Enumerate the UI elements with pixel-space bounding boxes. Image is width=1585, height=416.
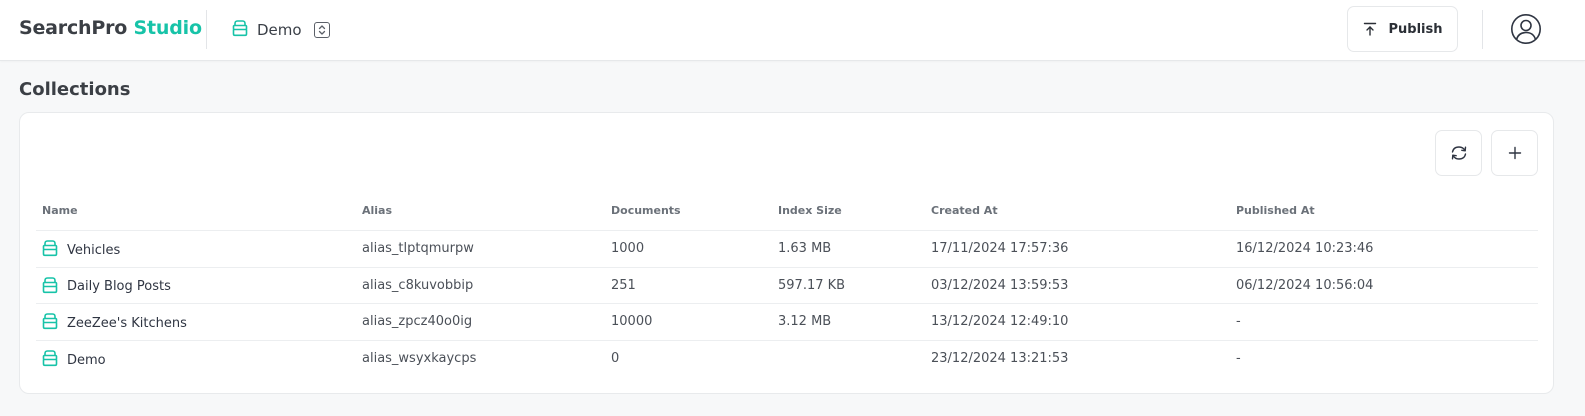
header-divider <box>206 10 207 49</box>
documents-cell: 0 <box>611 351 620 367</box>
alias-cell: alias_wsyxkaycps <box>362 351 477 367</box>
index-size-cell: 597.17 KB <box>778 277 846 293</box>
publish-button[interactable]: Publish <box>1347 6 1458 52</box>
published-at-cell: - <box>1236 314 1241 330</box>
documents-cell: 10000 <box>611 314 653 330</box>
alias-cell: alias_tlptqmurpw <box>362 241 474 256</box>
collections-card: Name Alias Documents Index Size Created … <box>19 112 1554 394</box>
collection-name-cell[interactable]: Vehicles <box>42 239 120 261</box>
collection-name: ZeeZee's Kitchens <box>67 315 187 331</box>
column-header-published-at[interactable]: Published At <box>1236 204 1315 217</box>
chevron-up-down-icon[interactable] <box>313 22 330 38</box>
project-name: Demo <box>257 21 302 39</box>
published-at-cell: 06/12/2024 10:56:04 <box>1236 277 1374 293</box>
collection-name: Demo <box>67 352 106 368</box>
collection-name: Daily Blog Posts <box>67 279 171 295</box>
page-title: Collections <box>19 79 131 100</box>
created-at-cell: 23/12/2024 13:21:53 <box>931 351 1069 367</box>
column-header-name[interactable]: Name <box>42 204 78 217</box>
column-header-alias[interactable]: Alias <box>362 204 392 217</box>
collection-stack-icon <box>232 19 248 41</box>
table-row[interactable]: Vehicles alias_tlptqmurpw 1000 1.63 MB 1… <box>36 231 1538 268</box>
alias-cell: alias_c8kuvobbip <box>362 277 474 293</box>
published-at-cell: 16/12/2024 10:23:46 <box>1236 241 1374 256</box>
collection-stack-icon <box>42 239 58 261</box>
created-at-cell: 03/12/2024 13:59:53 <box>931 277 1069 293</box>
table-row[interactable]: ZeeZee's Kitchens alias_zpcz40o0ig 10000… <box>36 304 1538 342</box>
alias-cell: alias_zpcz40o0ig <box>362 314 473 330</box>
table-row[interactable]: Demo alias_wsyxkaycps 0 23/12/2024 13:21… <box>36 341 1538 378</box>
table-row[interactable]: Daily Blog Posts alias_c8kuvobbip 251 59… <box>36 268 1538 305</box>
collection-stack-icon <box>42 349 58 371</box>
created-at-cell: 13/12/2024 12:49:10 <box>931 314 1069 330</box>
project-switcher[interactable]: Demo <box>232 18 330 42</box>
documents-cell: 1000 <box>611 241 645 256</box>
documents-cell: 251 <box>611 277 636 293</box>
created-at-cell: 17/11/2024 17:57:36 <box>931 241 1069 256</box>
index-size-cell: 3.12 MB <box>778 314 832 330</box>
upload-icon <box>1363 22 1376 36</box>
add-collection-button[interactable] <box>1491 130 1538 176</box>
collections-table: Name Alias Documents Index Size Created … <box>36 191 1538 378</box>
collection-name-cell[interactable]: Daily Blog Posts <box>42 276 171 298</box>
table-header: Name Alias Documents Index Size Created … <box>36 191 1538 231</box>
column-header-index-size[interactable]: Index Size <box>778 204 842 217</box>
publish-button-label: Publish <box>1388 21 1443 37</box>
index-size-cell: 1.63 MB <box>778 241 832 256</box>
column-header-created-at[interactable]: Created At <box>931 204 998 217</box>
collection-stack-icon <box>42 312 58 334</box>
brand-primary: SearchPro <box>19 17 128 39</box>
header-divider-right <box>1482 10 1483 49</box>
refresh-button[interactable] <box>1435 130 1482 176</box>
column-header-documents[interactable]: Documents <box>611 204 681 217</box>
app-logo[interactable]: SearchPro Studio <box>19 17 202 39</box>
brand-accent: Studio <box>133 17 202 39</box>
user-avatar-icon[interactable] <box>1510 13 1542 45</box>
collection-name-cell[interactable]: Demo <box>42 349 106 371</box>
top-navigation-bar: SearchPro Studio Demo Publish <box>0 0 1585 61</box>
published-at-cell: - <box>1236 351 1241 367</box>
plus-icon <box>1508 146 1521 160</box>
collection-name-cell[interactable]: ZeeZee's Kitchens <box>42 312 187 334</box>
refresh-icon <box>1451 146 1466 160</box>
collection-stack-icon <box>42 276 58 298</box>
collection-name: Vehicles <box>67 242 121 258</box>
